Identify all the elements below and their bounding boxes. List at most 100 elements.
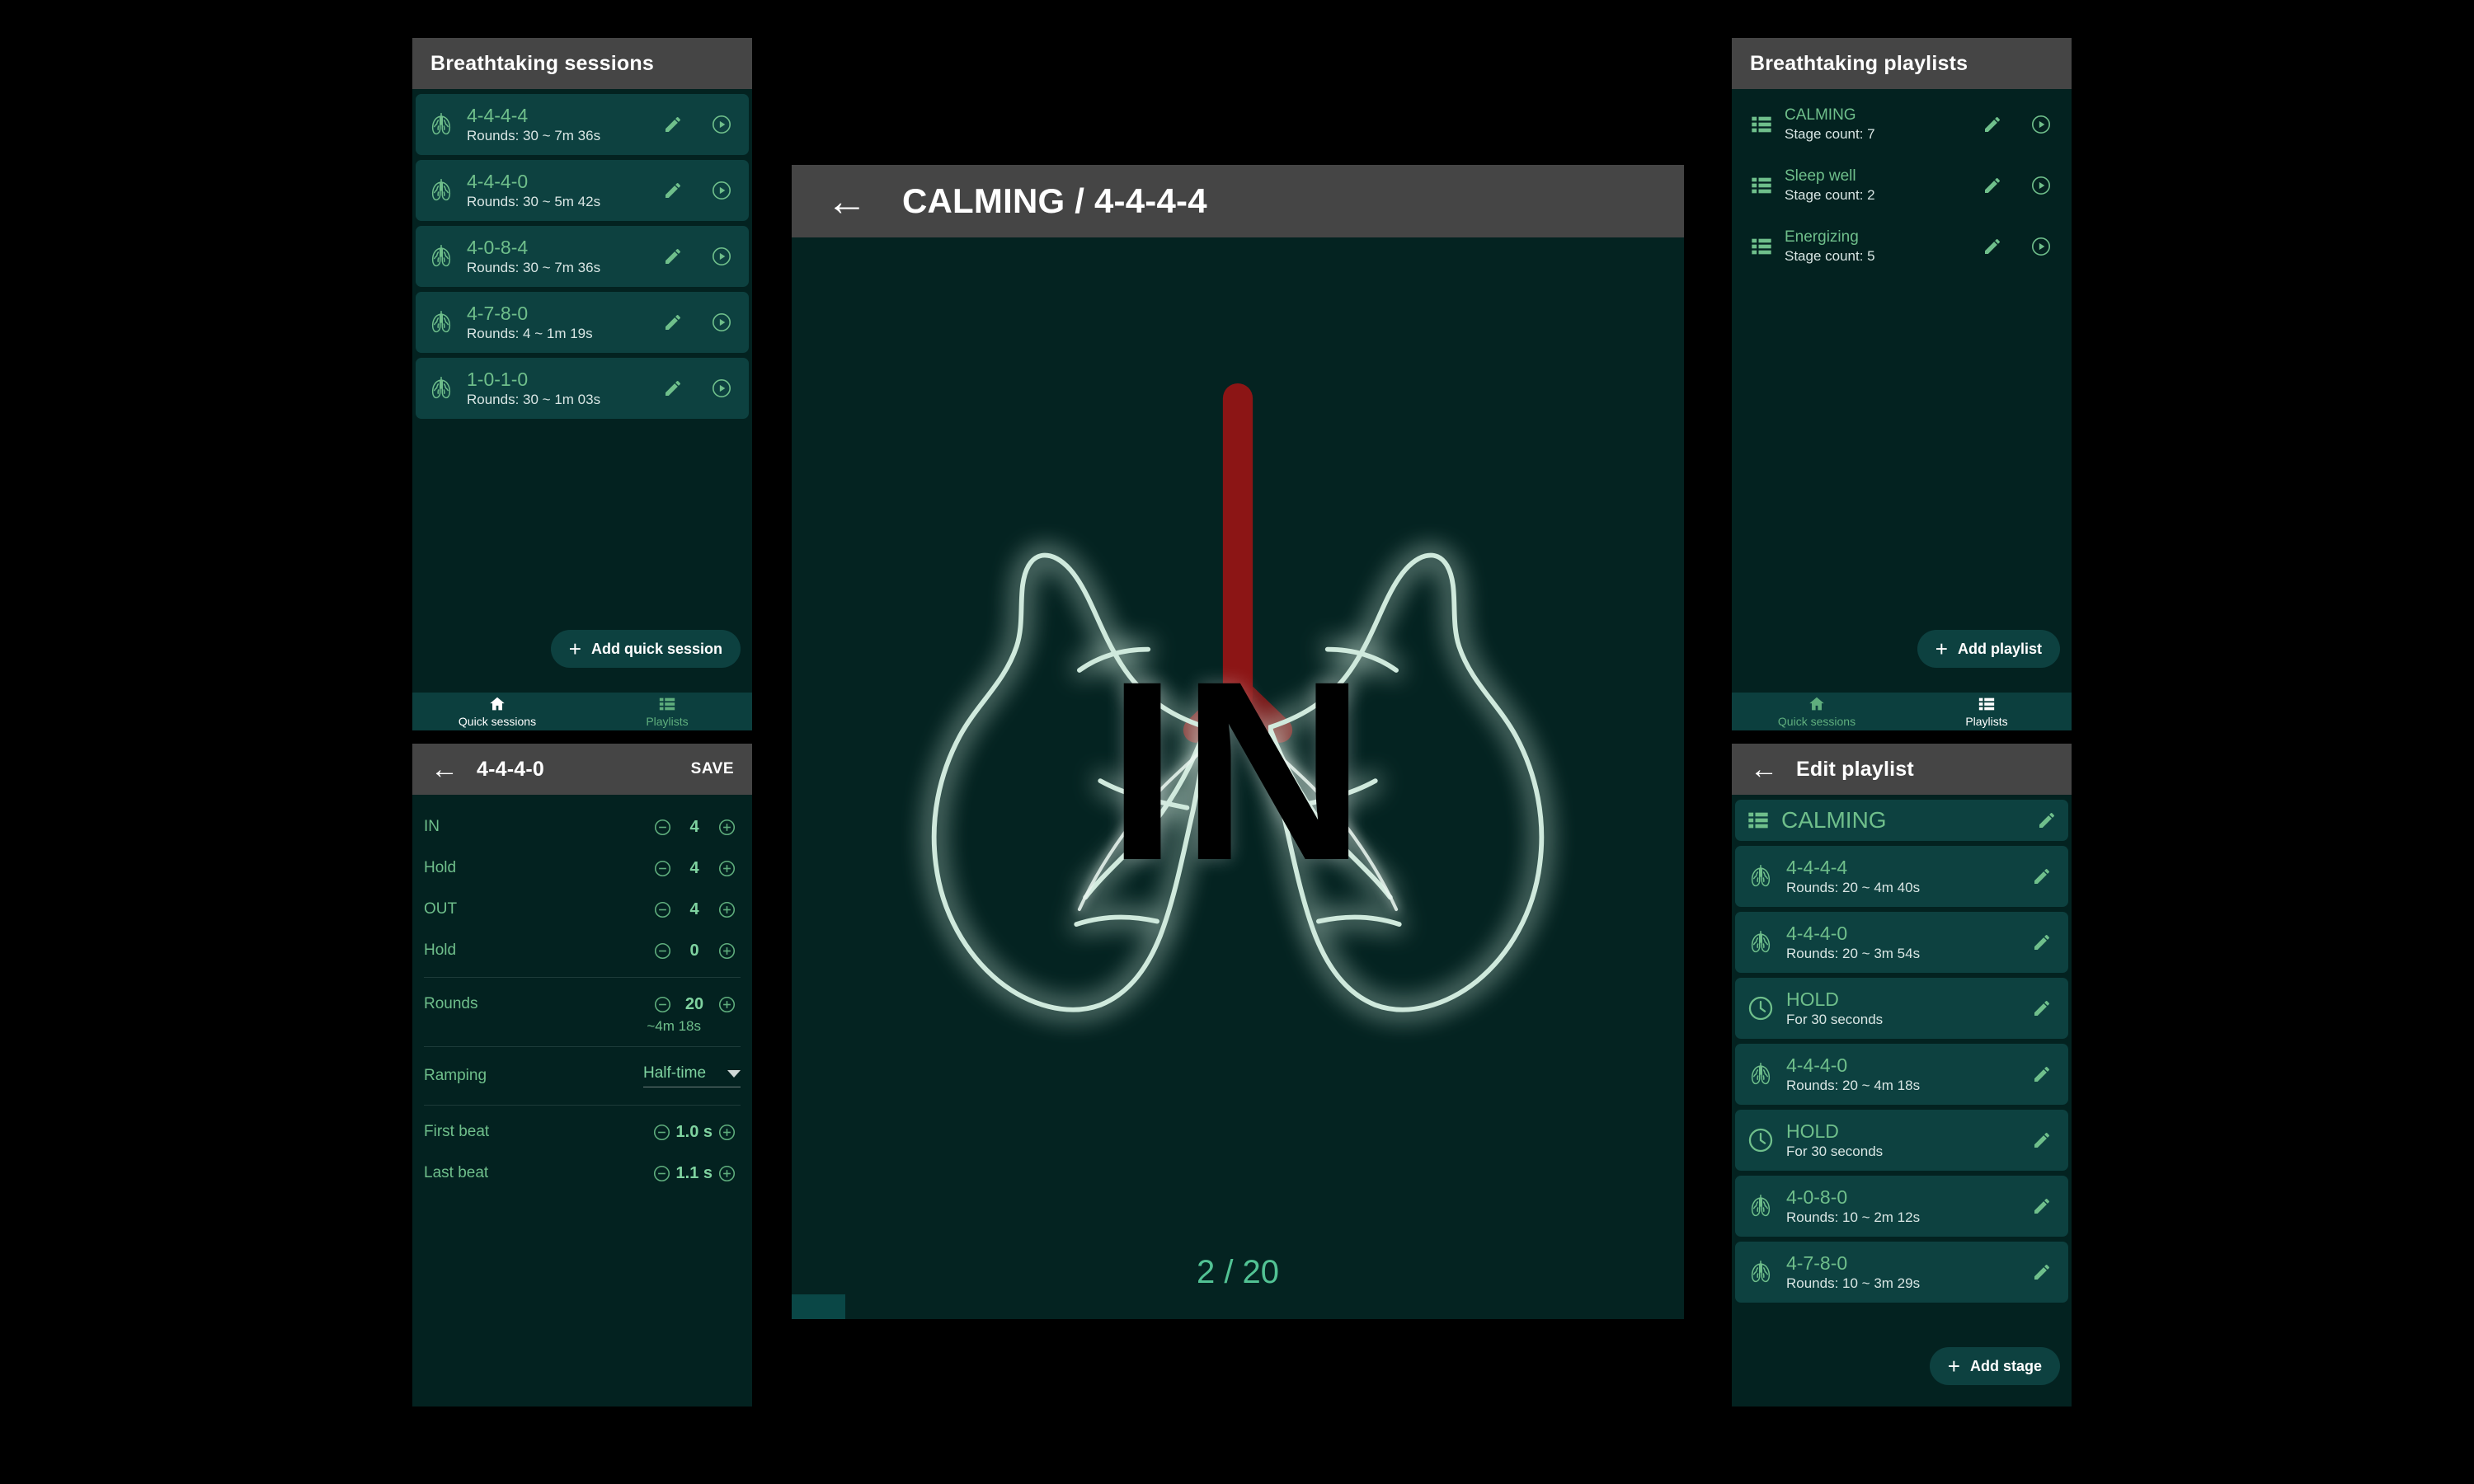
play-icon[interactable] (711, 378, 732, 399)
back-arrow-icon[interactable]: ← (430, 755, 459, 783)
back-arrow-icon[interactable]: ← (1750, 755, 1778, 783)
session-row[interactable]: 1-0-1-0 Rounds: 30 ~ 1m 03s (416, 358, 749, 419)
edit-pencil-icon[interactable] (1982, 115, 2002, 134)
nav-quick-sessions-label: Quick sessions (458, 715, 537, 728)
phase-stepper: 4 (648, 900, 741, 919)
list-item-actions (2032, 1064, 2052, 1084)
play-icon[interactable] (711, 246, 732, 267)
list-icon (1747, 809, 1770, 832)
edit-pencil-icon[interactable] (663, 378, 683, 398)
play-icon[interactable] (711, 180, 732, 201)
stage-row[interactable]: HOLD For 30 seconds (1735, 1110, 2068, 1171)
playlist-name-row[interactable]: CALMING (1735, 800, 2068, 841)
playlist-row[interactable]: CALMING Stage count: 7 (1735, 101, 2068, 148)
phase-decrement-button[interactable] (648, 901, 676, 918)
last-beat-value: 1.1 s (675, 1163, 713, 1182)
stage-row[interactable]: 4-4-4-4 Rounds: 20 ~ 4m 40s (1735, 846, 2068, 907)
save-button[interactable]: SAVE (691, 760, 734, 778)
edit-pencil-icon[interactable] (663, 247, 683, 266)
bottom-nav: Quick sessions Playlists (1732, 693, 2072, 730)
list-item-text: 1-0-1-0 Rounds: 30 ~ 1m 03s (467, 369, 651, 409)
progress-bar-fill (792, 1294, 845, 1319)
edit-pencil-icon[interactable] (663, 312, 683, 332)
phase-stepper: 4 (648, 818, 741, 837)
play-icon[interactable] (711, 312, 732, 333)
phase-increment-button[interactable] (713, 942, 741, 960)
session-row[interactable]: 4-4-4-4 Rounds: 30 ~ 7m 36s (416, 94, 749, 155)
last-beat-increment-button[interactable] (713, 1165, 741, 1182)
play-icon[interactable] (711, 114, 732, 135)
edit-pencil-icon[interactable] (2032, 932, 2052, 952)
session-row[interactable]: 4-7-8-0 Rounds: 4 ~ 1m 19s (416, 292, 749, 353)
stage-row[interactable]: 4-4-4-0 Rounds: 20 ~ 3m 54s (1735, 912, 2068, 973)
session-row[interactable]: 4-0-8-4 Rounds: 30 ~ 7m 36s (416, 226, 749, 287)
phase-increment-button[interactable] (713, 819, 741, 836)
edit-pencil-icon[interactable] (2032, 1130, 2052, 1150)
first-beat-decrement-button[interactable] (648, 1124, 676, 1141)
add-playlist-label: Add playlist (1957, 640, 2042, 657)
edit-pencil-icon[interactable] (2032, 1064, 2052, 1084)
playlist-row[interactable]: Sleep well Stage count: 2 (1735, 162, 2068, 209)
lungs-icon (1747, 862, 1775, 890)
ramping-value: Half-time (643, 1064, 707, 1082)
edit-pencil-icon[interactable] (2037, 810, 2057, 830)
edit-pencil-icon[interactable] (1982, 176, 2002, 195)
list-item-text: 4-4-4-4 Rounds: 30 ~ 7m 36s (467, 105, 651, 145)
first-beat-increment-button[interactable] (713, 1124, 741, 1141)
add-playlist-button[interactable]: + Add playlist (1917, 630, 2060, 668)
stage-rows: 4-4-4-4 Rounds: 20 ~ 4m 40s 4-4-4-0 Rounds:… (1735, 846, 2068, 1303)
phase-stepper: 4 (648, 859, 741, 878)
edit-pencil-icon[interactable] (2032, 1262, 2052, 1282)
stage-row[interactable]: HOLD For 30 seconds (1735, 978, 2068, 1039)
back-arrow-icon[interactable]: ← (826, 181, 868, 222)
list-icon (1750, 113, 1773, 136)
add-stage-button[interactable]: + Add stage (1929, 1347, 2060, 1385)
rounds-decrement-button[interactable] (648, 996, 676, 1013)
list-item-actions (1982, 114, 2052, 135)
edit-pencil-icon[interactable] (663, 181, 683, 200)
add-quick-session-button[interactable]: + Add quick session (550, 630, 741, 668)
nav-quick-sessions[interactable]: Quick sessions (1732, 693, 1902, 730)
lungs-icon (427, 242, 455, 270)
list-item-title: 1-0-1-0 (467, 368, 529, 390)
ramping-select[interactable]: Half-time (643, 1064, 741, 1087)
phase-decrement-button[interactable] (648, 942, 676, 960)
list-item-actions (2032, 998, 2052, 1018)
phase-decrement-button[interactable] (648, 860, 676, 877)
list-item-title: HOLD (1786, 1120, 1839, 1142)
nav-playlists[interactable]: Playlists (582, 693, 752, 730)
divider (424, 1105, 741, 1106)
playlists-body: CALMING Stage count: 7 Sleep well Stage cou… (1732, 89, 2072, 730)
play-icon[interactable] (2030, 236, 2052, 257)
play-icon[interactable] (2030, 114, 2052, 135)
home-icon (1808, 695, 1826, 713)
list-item-text: 4-4-4-0 Rounds: 20 ~ 4m 18s (1786, 1054, 2020, 1095)
session-row[interactable]: 4-4-4-0 Rounds: 30 ~ 5m 42s (416, 160, 749, 221)
edit-session-body: IN 4 Hold 4 OUT 4 Hold 0 Rounds 20 ~4m 18s Ramp… (412, 795, 752, 1407)
sessions-appbar: Breathtaking sessions (412, 38, 752, 89)
rounds-increment-button[interactable] (713, 996, 741, 1013)
phase-stepper: 0 (648, 942, 741, 960)
list-item-title: 4-4-4-0 (467, 170, 529, 192)
edit-pencil-icon[interactable] (2032, 998, 2052, 1018)
list-item-subtitle: Rounds: 20 ~ 4m 18s (1786, 1078, 1921, 1094)
stage-row[interactable]: 4-0-8-0 Rounds: 10 ~ 2m 12s (1735, 1176, 2068, 1237)
play-icon[interactable] (2030, 175, 2052, 196)
phase-decrement-button[interactable] (648, 819, 676, 836)
edit-pencil-icon[interactable] (1982, 237, 2002, 256)
playlist-stage-list: CALMING 4-4-4-4 Rounds: 20 ~ 4m 40s 4-4-4-… (1732, 795, 2072, 1303)
add-stage-label: Add stage (1969, 1357, 2042, 1374)
phase-increment-button[interactable] (713, 860, 741, 877)
edit-pencil-icon[interactable] (663, 115, 683, 134)
edit-pencil-icon[interactable] (2032, 866, 2052, 886)
nav-playlists[interactable]: Playlists (1902, 693, 2072, 730)
list-item-actions (663, 114, 732, 135)
playlist-row[interactable]: Energizing Stage count: 5 (1735, 223, 2068, 270)
sessions-panel: Breathtaking sessions 4-4-4-4 Rounds: 30 … (412, 38, 752, 730)
stage-row[interactable]: 4-7-8-0 Rounds: 10 ~ 3m 29s (1735, 1242, 2068, 1303)
last-beat-decrement-button[interactable] (648, 1165, 676, 1182)
stage-row[interactable]: 4-4-4-0 Rounds: 20 ~ 4m 18s (1735, 1044, 2068, 1105)
edit-pencil-icon[interactable] (2032, 1196, 2052, 1216)
nav-quick-sessions[interactable]: Quick sessions (412, 693, 582, 730)
phase-increment-button[interactable] (713, 901, 741, 918)
